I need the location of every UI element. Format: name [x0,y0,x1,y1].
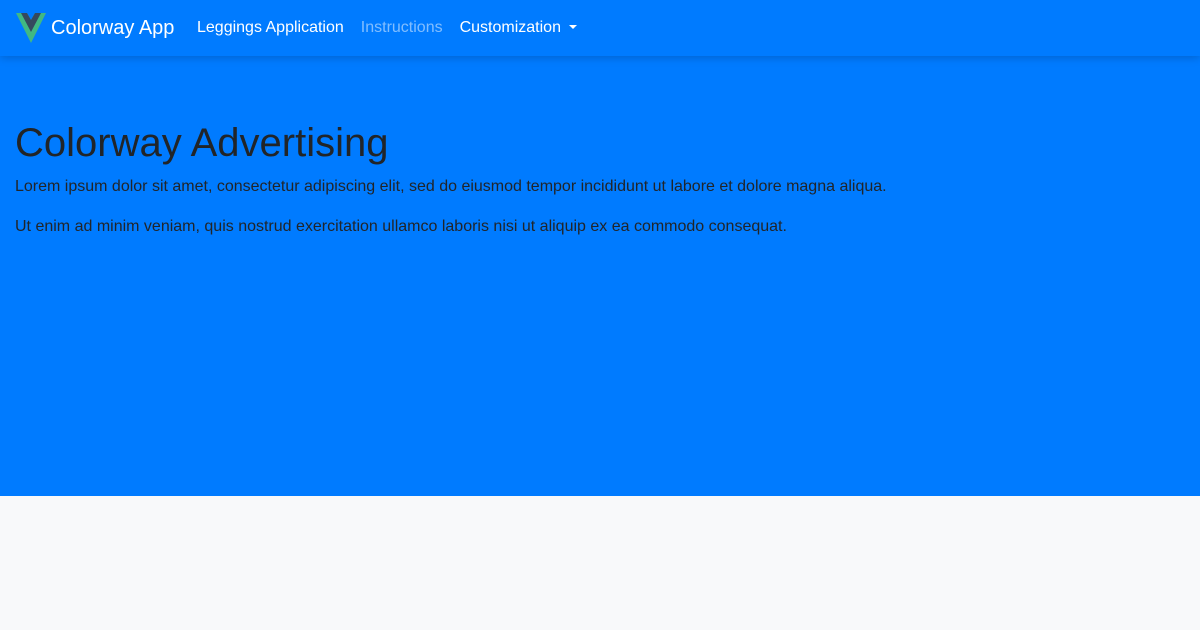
hero-jumbotron: Colorway Advertising Lorem ipsum dolor s… [0,56,1200,496]
nav-dropdown-customization-label: Customization [459,19,561,36]
hero-paragraph-1: Lorem ipsum dolor sit amet, consectetur … [15,178,887,195]
nav-links: Leggings Application Instructions Custom… [197,0,594,56]
page-background-area [0,496,1200,630]
vue-logo-icon [16,13,46,43]
caret-down-icon [568,25,577,29]
brand-title: Colorway App [51,17,175,39]
hero-title: Colorway Advertising [15,121,389,165]
nav-link-leggings-application[interactable]: Leggings Application [197,16,344,40]
top-navbar: Colorway App Leggings Application Instru… [0,0,1200,56]
hero-paragraph-2: Ut enim ad minim veniam, quis nostrud ex… [15,218,787,235]
nav-link-instructions[interactable]: Instructions [361,16,443,40]
nav-dropdown-customization[interactable]: Customization [460,16,577,40]
brand-link[interactable]: Colorway App [16,13,174,43]
